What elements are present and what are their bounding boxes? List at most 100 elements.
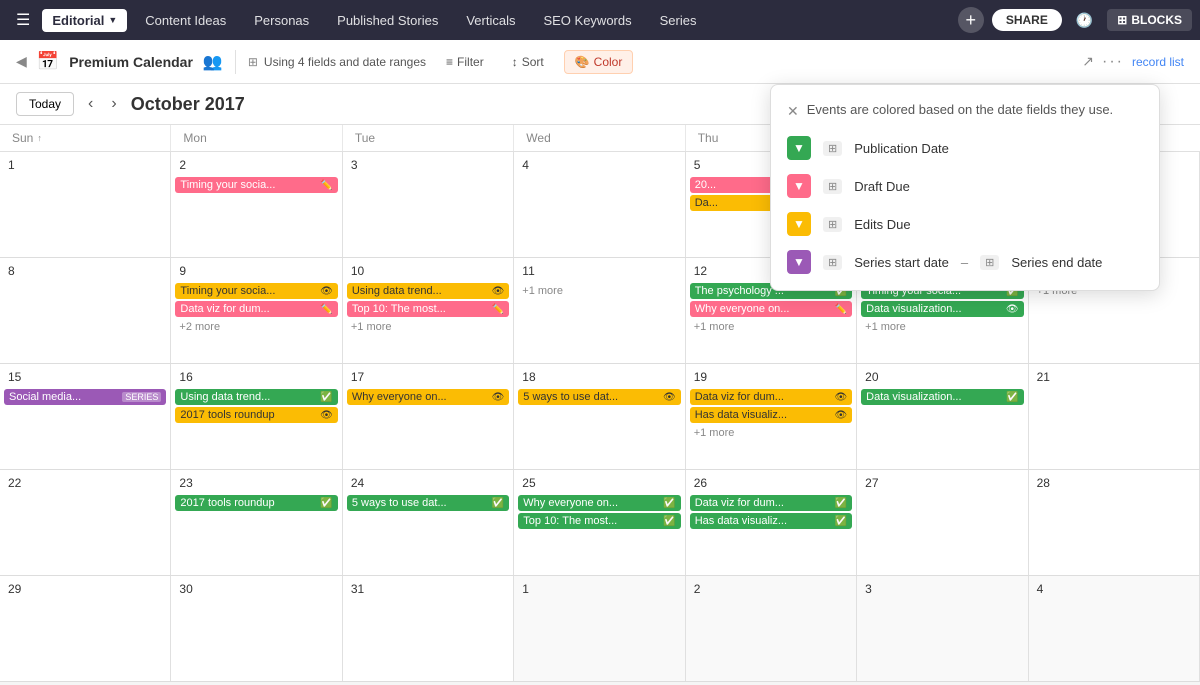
cal-cell-w0d3[interactable]: 4	[514, 152, 685, 257]
more-options-icon[interactable]: ···	[1102, 53, 1124, 71]
cal-date: 19	[690, 368, 852, 386]
cal-cell-w1d1[interactable]: 9 Timing your socia...👁 Data viz for dum..…	[171, 258, 342, 363]
cal-cell-w3d1[interactable]: 232017 tools roundup✅	[171, 470, 342, 575]
cal-cell-w3d0[interactable]: 22	[0, 470, 171, 575]
today-button[interactable]: Today	[16, 92, 74, 116]
calendar-event[interactable]: Why everyone on...✏️	[690, 301, 852, 317]
more-events-link[interactable]: +1 more	[347, 319, 509, 335]
cal-cell-w2d2[interactable]: 17Why everyone on...👁	[343, 364, 514, 469]
calendar-event[interactable]: Using data trend...✅	[175, 389, 337, 405]
cal-cell-w4d6[interactable]: 4	[1029, 576, 1200, 681]
cal-cell-w2d5[interactable]: 20Data visualization...✅	[857, 364, 1028, 469]
calendar-event[interactable]: Data viz for dum...✏️	[175, 301, 337, 317]
calendar-event[interactable]: Why everyone on...✅	[518, 495, 680, 511]
cal-cell-w2d6[interactable]: 21	[1029, 364, 1200, 469]
event-text: Data viz for dum...	[695, 497, 832, 509]
cal-cell-w3d5[interactable]: 27	[857, 470, 1028, 575]
calendar-event[interactable]: Social media...SERIES	[4, 389, 166, 405]
field-selector-icon: ⊞	[248, 55, 258, 69]
color-item-draft[interactable]: ▼ ⊞ Draft Due	[787, 174, 1143, 198]
tab-verticals[interactable]: Verticals	[452, 7, 529, 34]
calendar-event[interactable]: 5 ways to use dat...✅	[347, 495, 509, 511]
cal-cell-w1d0[interactable]: 8	[0, 258, 171, 363]
cal-cell-w3d2[interactable]: 245 ways to use dat...✅	[343, 470, 514, 575]
cal-cell-w0d2[interactable]: 3	[343, 152, 514, 257]
cal-cell-w4d0[interactable]: 29	[0, 576, 171, 681]
people-icon[interactable]: 👥	[203, 52, 223, 72]
share-button[interactable]: SHARE	[992, 9, 1062, 31]
more-events-link[interactable]: +1 more	[861, 319, 1023, 335]
sort-button[interactable]: ↕ Sort	[504, 51, 552, 73]
cal-cell-w3d3[interactable]: 25Why everyone on...✅Top 10: The most...…	[514, 470, 685, 575]
calendar-event[interactable]: Top 10: The most...✏️	[347, 301, 509, 317]
record-list-label[interactable]: record list	[1132, 55, 1184, 69]
calendar-event[interactable]: Has data visualiz...✅	[690, 513, 852, 529]
cal-cell-w4d2[interactable]: 31	[343, 576, 514, 681]
more-events-link[interactable]: +1 more	[690, 425, 852, 441]
more-events-link[interactable]: +2 more	[175, 319, 337, 335]
cal-cell-w4d4[interactable]: 2	[686, 576, 857, 681]
tab-published-stories[interactable]: Published Stories	[323, 7, 452, 34]
brand-button[interactable]: Editorial ▼	[42, 9, 127, 32]
cal-date: 15	[4, 368, 166, 386]
calendar-event[interactable]: Using data trend...👁	[347, 283, 509, 299]
calendar-event[interactable]: 2017 tools roundup👁	[175, 407, 337, 423]
color-button[interactable]: 🎨 Color	[564, 50, 634, 74]
event-text: Timing your socia...	[180, 179, 317, 191]
calendar-event[interactable]: Timing your socia...👁	[175, 283, 337, 299]
cal-date: 2	[175, 156, 337, 174]
sort-icon: ↕	[512, 55, 518, 69]
series-end-label: Series end date	[1011, 255, 1102, 270]
hamburger-icon[interactable]: ☰	[8, 4, 38, 36]
cal-cell-w0d1[interactable]: 2 Timing your socia...✏️	[171, 152, 342, 257]
sort-arrow-icon[interactable]: ↑	[37, 133, 42, 143]
calendar-event[interactable]: Data viz for dum...👁	[690, 389, 852, 405]
calendar-event[interactable]: Why everyone on...👁	[347, 389, 509, 405]
next-month-button[interactable]: ›	[107, 93, 120, 115]
event-text: 5 ways to use dat...	[352, 497, 489, 509]
calendar-event[interactable]: 5 ways to use dat...👁	[518, 389, 680, 405]
cal-cell-w2d0[interactable]: 15 Social media...SERIES	[0, 364, 171, 469]
dropdown-close-icon[interactable]: ✕	[787, 103, 799, 120]
event-status-icon: ✅	[835, 516, 847, 527]
calendar-event[interactable]: Has data visualiz...👁	[690, 407, 852, 423]
cal-cell-w1d3[interactable]: 11+1 more	[514, 258, 685, 363]
color-item-edits[interactable]: ▼ ⊞ Edits Due	[787, 212, 1143, 236]
color-item-series[interactable]: ▼ ⊞ Series start date – ⊞ Series end dat…	[787, 250, 1143, 274]
cal-cell-w2d3[interactable]: 185 ways to use dat...👁	[514, 364, 685, 469]
calendar-event[interactable]: Top 10: The most...✅	[518, 513, 680, 529]
filter-button[interactable]: ≡ Filter	[438, 51, 492, 73]
event-status-icon: 👁	[320, 286, 333, 297]
color-item-publication[interactable]: ▼ ⊞ Publication Date	[787, 136, 1143, 160]
calendar-event[interactable]: 2017 tools roundup✅	[175, 495, 337, 511]
calendar-event[interactable]: Data visualization...✅	[861, 389, 1023, 405]
cal-cell-w0d0[interactable]: 1	[0, 152, 171, 257]
cal-cell-w4d1[interactable]: 30	[171, 576, 342, 681]
collapse-icon[interactable]: ◀	[16, 53, 27, 70]
tab-personas[interactable]: Personas	[240, 7, 323, 34]
cal-cell-w1d2[interactable]: 10Using data trend...👁Top 10: The most..…	[343, 258, 514, 363]
series-start-label: Series start date	[854, 255, 949, 270]
prev-month-button[interactable]: ‹	[84, 93, 97, 115]
cal-cell-w4d3[interactable]: 1	[514, 576, 685, 681]
add-view-button[interactable]: +	[958, 7, 984, 33]
more-events-link[interactable]: +1 more	[518, 283, 680, 299]
calendar-event[interactable]: Timing your socia...✏️	[175, 177, 337, 193]
calendar-event[interactable]: Data visualization...👁	[861, 301, 1023, 317]
more-events-link[interactable]: +1 more	[690, 319, 852, 335]
field-selector[interactable]: ⊞ Using 4 fields and date ranges	[248, 55, 426, 69]
external-link-icon[interactable]: ↗	[1082, 53, 1094, 70]
cal-date: 9	[175, 262, 337, 280]
tab-seo-keywords[interactable]: SEO Keywords	[529, 7, 645, 34]
cal-cell-w2d1[interactable]: 16Using data trend...✅2017 tools roundup…	[171, 364, 342, 469]
blocks-button[interactable]: ⊞ BLOCKS	[1107, 9, 1192, 31]
tab-content-ideas[interactable]: Content Ideas	[131, 7, 240, 34]
history-icon[interactable]: 🕐	[1070, 8, 1099, 33]
cal-cell-w3d6[interactable]: 28	[1029, 470, 1200, 575]
calendar-event[interactable]: Data viz for dum...✅	[690, 495, 852, 511]
cal-cell-w2d4[interactable]: 19 Data viz for dum...👁 Has data visualiz.…	[686, 364, 857, 469]
cal-cell-w3d4[interactable]: 26Data viz for dum...✅Has data visualiz.…	[686, 470, 857, 575]
tab-series[interactable]: Series	[646, 7, 711, 34]
cal-cell-w4d5[interactable]: 3	[857, 576, 1028, 681]
cal-date: 8	[4, 262, 166, 280]
